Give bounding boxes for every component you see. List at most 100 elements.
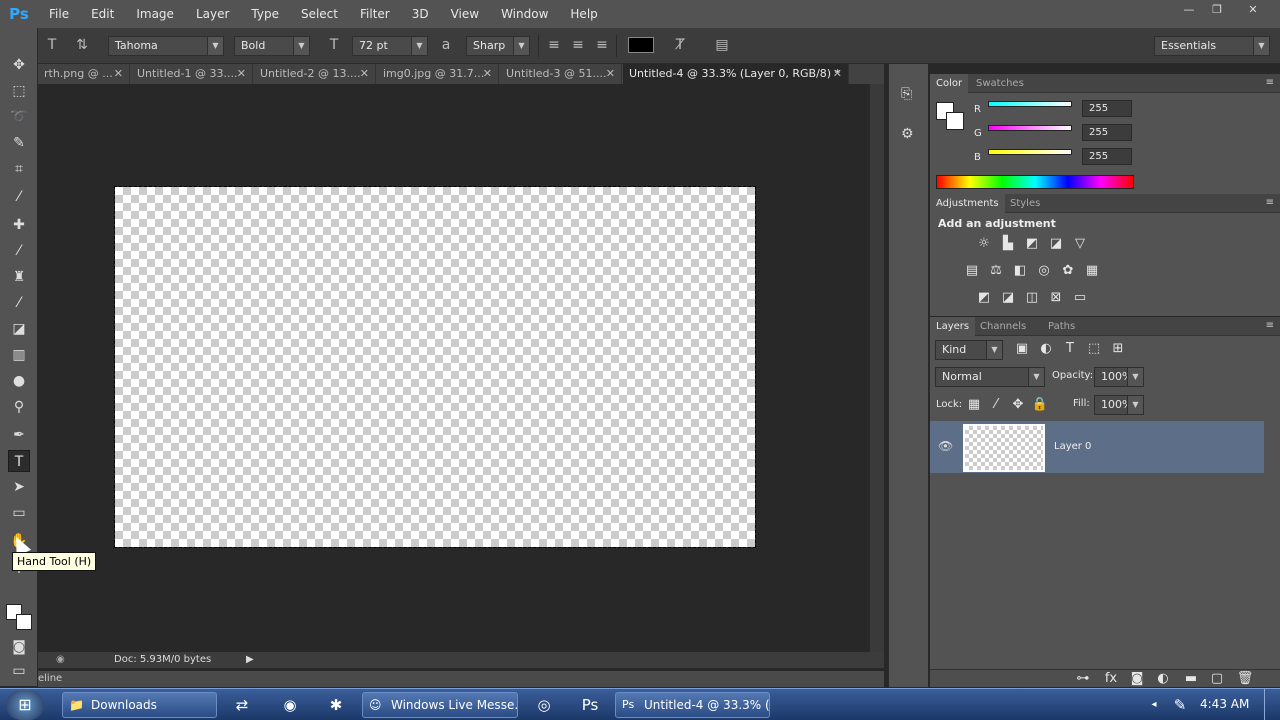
exposure-icon[interactable]: ◪ — [1047, 235, 1065, 253]
layer-filter-kind[interactable]: Kind ▼ — [935, 340, 1003, 360]
menu-layer[interactable]: Layer — [185, 0, 240, 28]
taskbar-downloads[interactable]: 📁 Downloads — [62, 692, 217, 718]
opacity-field[interactable]: 100% ▼ — [1094, 367, 1144, 387]
fx-icon[interactable]: fx — [1102, 670, 1120, 688]
tab-document[interactable]: Untitled-1 @ 33.... ✕ — [131, 64, 253, 84]
vibrance-icon[interactable]: ▽ — [1071, 235, 1089, 253]
clone-stamp-tool-icon[interactable]: ♜ — [8, 266, 30, 288]
new-layer-icon[interactable]: ▢ — [1208, 670, 1226, 688]
menu-select[interactable]: Select — [290, 0, 349, 28]
blend-mode-select[interactable]: Normal ▼ — [935, 367, 1045, 387]
levels-icon[interactable]: ▙ — [999, 235, 1017, 253]
tab-document[interactable]: img0.jpg @ 31.7... ✕ — [377, 64, 499, 84]
tab-adjustments[interactable]: Adjustments — [930, 194, 1005, 213]
color-balance-icon[interactable]: ⚖ — [987, 262, 1005, 280]
photo-filter-icon[interactable]: ◎ — [1035, 262, 1053, 280]
pen-tray-icon[interactable]: ✎ — [1168, 693, 1192, 717]
minimize-button[interactable]: — — [1176, 2, 1202, 18]
blue-slider[interactable] — [988, 149, 1072, 155]
close-icon[interactable]: ✕ — [833, 64, 842, 84]
layer-row[interactable]: 👁 Layer 0 — [930, 421, 1264, 473]
lock-all-icon[interactable]: 🔒 — [1031, 396, 1049, 414]
antialias-select[interactable]: Sharp ▼ — [466, 36, 530, 56]
chrome-icon[interactable]: ◎ — [532, 693, 556, 717]
taskbar-messenger[interactable]: ☺ Windows Live Messe... — [362, 692, 518, 718]
menu-type[interactable]: Type — [240, 0, 290, 28]
healing-brush-tool-icon[interactable]: ✚ — [8, 214, 30, 236]
clock[interactable]: 4:43 AM — [1200, 697, 1249, 711]
close-icon[interactable]: ✕ — [237, 64, 246, 84]
tab-layers[interactable]: Layers — [930, 317, 976, 336]
tab-document-active[interactable]: Untitled-4 @ 33.3% (Layer 0, RGB/8) * ✕ — [623, 64, 849, 84]
eyedropper-tool-icon[interactable]: ⁄ — [8, 186, 30, 208]
posterize-icon[interactable]: ◪ — [999, 289, 1017, 307]
tab-styles[interactable]: Styles — [1004, 194, 1046, 213]
menu-file[interactable]: File — [38, 0, 80, 28]
show-desktop-button[interactable] — [1264, 689, 1280, 720]
panel-menu-icon[interactable]: ≡ — [1266, 320, 1274, 331]
maximize-button[interactable]: ❐ — [1204, 2, 1230, 18]
background-color-swatch[interactable] — [946, 112, 964, 130]
app-icon[interactable]: ✱ — [324, 693, 348, 717]
threshold-icon[interactable]: ◫ — [1023, 289, 1041, 307]
history-icon[interactable]: ⎘ — [901, 86, 912, 102]
green-slider[interactable] — [988, 125, 1072, 131]
tab-swatches[interactable]: Swatches — [970, 74, 1030, 93]
marquee-tool-icon[interactable]: ⬚ — [8, 80, 30, 102]
canvas[interactable] — [114, 186, 756, 548]
red-value[interactable]: 255 — [1082, 100, 1132, 117]
gradient-tool-icon[interactable]: ▥ — [8, 344, 30, 366]
menu-image[interactable]: Image — [125, 0, 185, 28]
pen-tool-icon[interactable]: ✒ — [8, 424, 30, 446]
align-left-icon[interactable]: ≡ — [544, 36, 564, 54]
menu-3d[interactable]: 3D — [401, 0, 440, 28]
crop-tool-icon[interactable]: ⌗ — [8, 158, 30, 180]
filter-smart-object-icon[interactable]: ⊞ — [1109, 340, 1127, 358]
workspace-select[interactable]: Essentials ▼ — [1154, 36, 1270, 56]
dodge-tool-icon[interactable]: ⚲ — [8, 396, 30, 418]
rectangle-tool-icon[interactable]: ▭ — [8, 502, 30, 524]
lock-transparent-icon[interactable]: ▦ — [965, 396, 983, 414]
gradient-map-icon[interactable]: ▭ — [1071, 289, 1089, 307]
menu-view[interactable]: View — [440, 0, 490, 28]
status-arrow-icon[interactable]: ▶ — [246, 652, 254, 668]
align-center-icon[interactable]: ≡ — [568, 36, 588, 54]
lock-image-icon[interactable]: ⁄ — [987, 396, 1005, 414]
filter-pixel-icon[interactable]: ▣ — [1013, 340, 1031, 358]
menu-help[interactable]: Help — [559, 0, 608, 28]
path-selection-tool-icon[interactable]: ➤ — [8, 476, 30, 498]
close-button[interactable]: ✕ — [1240, 2, 1266, 18]
move-tool-icon[interactable]: ✥ — [8, 54, 30, 76]
font-style-select[interactable]: Bold ▼ — [234, 36, 310, 56]
align-right-icon[interactable]: ≡ — [592, 36, 612, 54]
green-value[interactable]: 255 — [1082, 124, 1132, 141]
lock-position-icon[interactable]: ✥ — [1009, 396, 1027, 414]
menu-edit[interactable]: Edit — [80, 0, 125, 28]
new-adjustment-icon[interactable]: ◐ — [1154, 670, 1172, 688]
close-icon[interactable]: ✕ — [360, 64, 369, 84]
filter-shape-icon[interactable]: ⬚ — [1085, 340, 1103, 358]
blur-tool-icon[interactable]: ● — [8, 370, 30, 392]
properties-icon[interactable]: ⚙ — [901, 126, 914, 142]
menu-window[interactable]: Window — [490, 0, 559, 28]
tool-preset-icon[interactable]: T — [42, 36, 62, 54]
add-mask-icon[interactable]: ◙ — [1128, 670, 1146, 688]
close-icon[interactable]: ✕ — [114, 64, 123, 84]
vertical-scrollbar[interactable] — [870, 84, 884, 652]
orientation-icon[interactable]: ⇅ — [72, 36, 92, 54]
tab-document[interactable]: Untitled-2 @ 13.... ✕ — [254, 64, 376, 84]
network-icon[interactable]: ⇄ — [230, 693, 254, 717]
brush-tool-icon[interactable]: ⁄ — [8, 240, 30, 262]
start-button-icon[interactable]: ⊞ — [6, 690, 44, 720]
filter-type-icon[interactable]: T — [1061, 340, 1079, 358]
font-size-select[interactable]: 72 pt ▼ — [352, 36, 428, 56]
eraser-tool-icon[interactable]: ◪ — [8, 318, 30, 340]
warp-text-icon[interactable]: Ⱦ — [670, 36, 690, 54]
selective-color-icon[interactable]: ⊠ — [1047, 289, 1065, 307]
font-family-select[interactable]: Tahoma ▼ — [108, 36, 224, 56]
background-color-swatch[interactable] — [16, 614, 32, 630]
color-spectrum-bar[interactable] — [936, 175, 1134, 189]
visibility-eye-icon[interactable]: 👁 — [938, 439, 953, 453]
lasso-tool-icon[interactable]: ➰ — [8, 106, 30, 128]
channel-mixer-icon[interactable]: ✿ — [1059, 262, 1077, 280]
